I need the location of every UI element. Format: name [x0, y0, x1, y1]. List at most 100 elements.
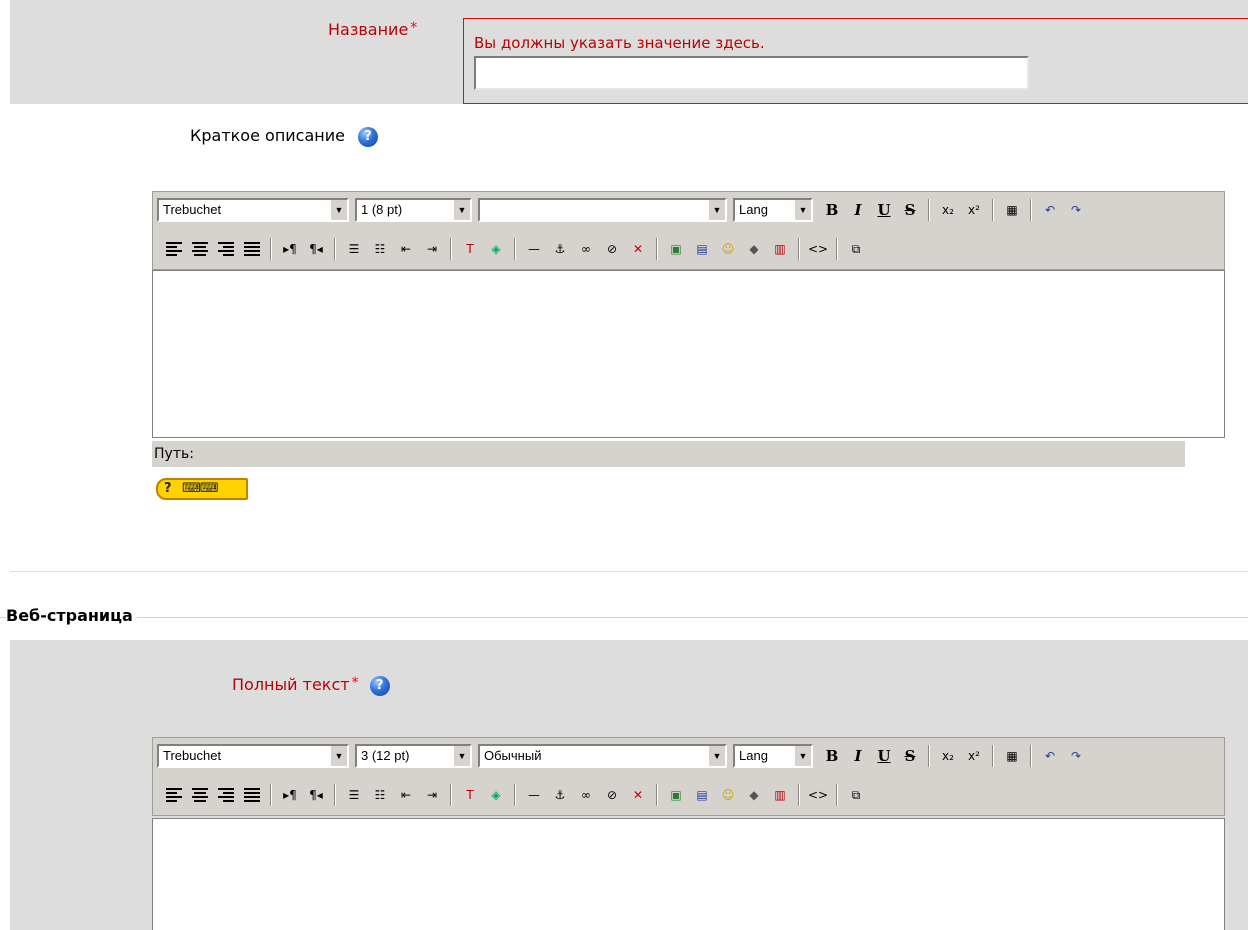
ordered-list-icon[interactable]: ☰	[342, 783, 366, 807]
underline-button[interactable]: U	[872, 198, 896, 222]
rtl-icon[interactable]: ¶◂	[304, 783, 328, 807]
fullscreen-icon[interactable]: ⧉	[844, 783, 868, 807]
nolink-icon[interactable]: ✕	[626, 783, 650, 807]
unordered-list-icon[interactable]: ☷	[368, 783, 392, 807]
smiley-icon[interactable]: ☺	[716, 237, 740, 261]
insert-char-icon[interactable]: ◆	[742, 237, 766, 261]
ltr-icon[interactable]: ▸¶	[278, 237, 302, 261]
html-source-icon[interactable]: <>	[806, 783, 830, 807]
insert-char-icon[interactable]: ◆	[742, 783, 766, 807]
align-left-icon[interactable]	[162, 783, 186, 807]
html-source-icon[interactable]: <>	[806, 237, 830, 261]
text-color-icon[interactable]: T	[458, 783, 482, 807]
help-icon[interactable]: ?	[358, 126, 379, 147]
unordered-list-icon[interactable]: ☷	[368, 237, 392, 261]
section-legend: Веб-страница	[6, 606, 137, 625]
text-color-icon[interactable]: T	[458, 237, 482, 261]
title-input[interactable]	[474, 56, 1029, 90]
undo-icon[interactable]: ↶	[1038, 744, 1062, 768]
indent-icon[interactable]: ⇥	[420, 783, 444, 807]
link-icon[interactable]: ∞	[574, 237, 598, 261]
rtl-icon[interactable]: ¶◂	[304, 237, 328, 261]
lang-select[interactable]: Lang ▼	[733, 744, 813, 768]
italic-button[interactable]: I	[846, 744, 870, 768]
ordered-list-icon[interactable]: ☰	[342, 237, 366, 261]
chevron-down-icon: ▼	[453, 200, 470, 220]
toolbar-separator	[992, 745, 994, 767]
outdent-icon[interactable]: ⇤	[394, 783, 418, 807]
align-center-icon[interactable]	[188, 237, 212, 261]
subscript-button[interactable]: x₂	[936, 744, 960, 768]
undo-icon[interactable]: ↶	[1038, 198, 1062, 222]
indent-icon[interactable]: ⇥	[420, 237, 444, 261]
superscript-button[interactable]: x²	[962, 744, 986, 768]
fieldset-border	[0, 617, 1248, 618]
full-text-editor-area[interactable]	[152, 818, 1225, 930]
size-select[interactable]: 3 (12 pt) ▼	[355, 744, 472, 768]
lang-select[interactable]: Lang ▼	[733, 198, 813, 222]
insert-image-icon[interactable]: ▣	[664, 783, 688, 807]
error-message: Вы должны указать значение здесь.	[474, 34, 765, 52]
search-replace-icon[interactable]: ▥	[768, 783, 792, 807]
insert-table-icon[interactable]: ▤	[690, 783, 714, 807]
unlink-icon[interactable]: ⊘	[600, 237, 624, 261]
toolbar-separator	[450, 784, 452, 806]
toolbar-separator	[928, 199, 930, 221]
background-color-icon[interactable]: ◈	[484, 237, 508, 261]
chevron-down-icon: ▼	[794, 746, 811, 766]
strikethrough-button[interactable]: S	[898, 198, 922, 222]
italic-button[interactable]: I	[846, 198, 870, 222]
insert-image-icon[interactable]: ▣	[664, 237, 688, 261]
background-color-icon[interactable]: ◈	[484, 783, 508, 807]
format-select[interactable]: Обычный ▼	[478, 744, 727, 768]
underline-button[interactable]: U	[872, 744, 896, 768]
subscript-button[interactable]: x₂	[936, 198, 960, 222]
bold-button[interactable]: B	[820, 198, 844, 222]
fullscreen-icon[interactable]: ⧉	[844, 237, 868, 261]
justify-icon[interactable]	[240, 783, 264, 807]
superscript-button[interactable]: x²	[962, 198, 986, 222]
font-select-value: Trebuchet	[163, 748, 222, 763]
font-select-value: Trebuchet	[163, 202, 222, 217]
toolbar-separator	[270, 784, 272, 806]
anchor-icon[interactable]: ⚓	[548, 783, 572, 807]
toolbar-separator	[334, 784, 336, 806]
smiley-icon[interactable]: ☺	[716, 783, 740, 807]
redo-icon[interactable]: ↷	[1064, 198, 1088, 222]
font-select[interactable]: Trebuchet ▼	[157, 198, 349, 222]
word-clean-icon[interactable]: ▦	[1000, 198, 1024, 222]
link-icon[interactable]: ∞	[574, 783, 598, 807]
help-icon[interactable]: ?	[369, 675, 390, 696]
outdent-icon[interactable]: ⇤	[394, 237, 418, 261]
shortcuts-label: ?	[164, 481, 172, 496]
format-select[interactable]: ▼	[478, 198, 727, 222]
search-replace-icon[interactable]: ▥	[768, 237, 792, 261]
toolbar-separator	[270, 238, 272, 260]
justify-icon[interactable]	[240, 237, 264, 261]
lang-select-value: Lang	[739, 202, 768, 217]
align-left-icon[interactable]	[162, 237, 186, 261]
strikethrough-button[interactable]: S	[898, 744, 922, 768]
summary-label: Краткое описание	[190, 126, 345, 145]
font-select[interactable]: Trebuchet ▼	[157, 744, 349, 768]
keyboard-shortcuts-button[interactable]: ? ⌨⌨	[156, 478, 248, 500]
horizontal-rule-icon[interactable]: —	[522, 783, 546, 807]
word-clean-icon[interactable]: ▦	[1000, 744, 1024, 768]
chevron-down-icon: ▼	[453, 746, 470, 766]
insert-table-icon[interactable]: ▤	[690, 237, 714, 261]
nolink-icon[interactable]: ✕	[626, 237, 650, 261]
toolbar-separator	[992, 199, 994, 221]
anchor-icon[interactable]: ⚓	[548, 237, 572, 261]
ltr-icon[interactable]: ▸¶	[278, 783, 302, 807]
unlink-icon[interactable]: ⊘	[600, 783, 624, 807]
align-right-icon[interactable]	[214, 783, 238, 807]
chevron-down-icon: ▼	[708, 200, 725, 220]
horizontal-rule-icon[interactable]: —	[522, 237, 546, 261]
size-select[interactable]: 1 (8 pt) ▼	[355, 198, 472, 222]
align-right-icon[interactable]	[214, 237, 238, 261]
size-select-value: 3 (12 pt)	[361, 748, 410, 763]
align-center-icon[interactable]	[188, 783, 212, 807]
summary-editor-area[interactable]	[152, 270, 1225, 438]
bold-button[interactable]: B	[820, 744, 844, 768]
redo-icon[interactable]: ↷	[1064, 744, 1088, 768]
